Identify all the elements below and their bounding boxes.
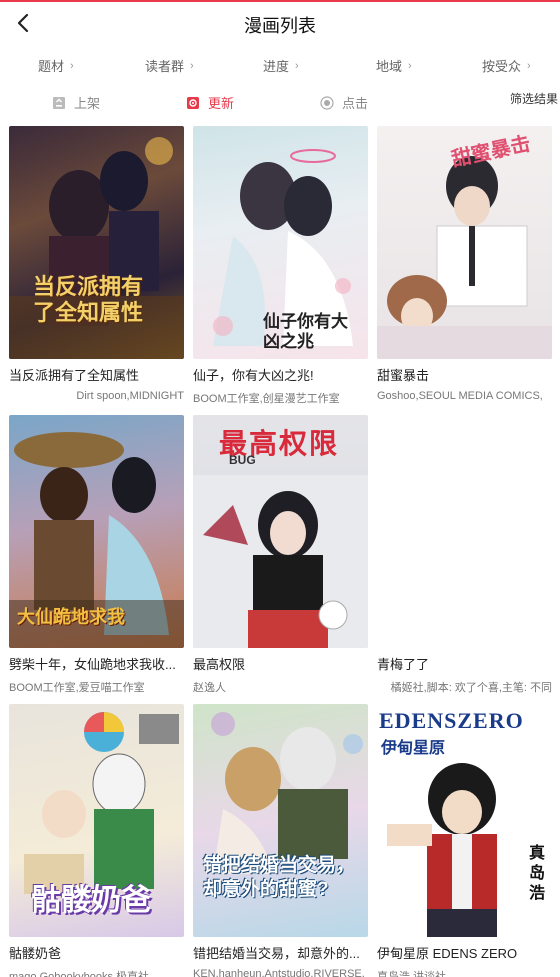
comic-authors: 真岛浩,讲谈社 (377, 971, 447, 977)
sort-updated[interactable]: 更新 (186, 93, 234, 112)
comic-authors: mago,Gobookybooks,极直社 (9, 971, 150, 977)
cover-side-text: 真岛浩 (529, 845, 546, 902)
comic-name: 骷髅奶爸 (9, 946, 62, 961)
cover-title: EDENSZERO (379, 708, 524, 733)
comic-cover: 大仙跪地求我 (9, 415, 184, 648)
filter-label: 地域 (376, 59, 403, 74)
chevron-right-icon: › (408, 59, 412, 72)
comic-card[interactable]: 当反派拥有了全知属性 当反派拥有了全知属性 Dirt spoon,MIDNIGH… (9, 126, 184, 402)
cover-subtitle: 伊甸星原 (381, 740, 446, 757)
comic-authors: Goshoo,SEOUL MEDIA COMICS, (377, 390, 543, 402)
comic-cover: EDENSZERO 伊甸星原 真岛浩 (377, 704, 552, 937)
comic-cover: 最高权限 BUG (193, 415, 368, 648)
comic-name: 青梅了了 (377, 657, 430, 672)
cover-title: 大仙跪地求我 (17, 607, 125, 627)
comic-name: 当反派拥有了全知属性 (9, 368, 140, 383)
comic-authors: BOOM工作室,创星漫艺工作室 (193, 393, 340, 405)
comic-cover: 甜蜜暴击 (377, 126, 552, 359)
header: 漫画列表 (0, 2, 560, 48)
upload-icon (53, 96, 65, 109)
comic-name: 伊甸星原 EDENS ZERO (377, 946, 518, 961)
chevron-right-icon: › (190, 59, 194, 72)
comic-authors: 赵逸人 (193, 682, 226, 694)
comic-authors: 橘姬社,脚本: 欢了个喜,主笔: 不同 (390, 682, 552, 694)
comic-cover: 错把结婚当交易，却意外的甜蜜? (193, 704, 368, 937)
filter-target[interactable]: 按受众 › (482, 56, 531, 75)
comic-card[interactable]: 错把结婚当交易，却意外的甜蜜? 错把结婚当交易，却意外的... KEN,hanh… (193, 704, 368, 977)
sort-label: 更新 (208, 96, 235, 111)
comic-card[interactable]: 大仙跪地求我 劈柴十年，女仙跪地求我收... BOOM工作室,爱豆喵工作室 (9, 415, 184, 695)
filter-audience[interactable]: 读者群 › (145, 56, 194, 75)
comic-cover: 仙子你有大凶之兆 (193, 126, 368, 359)
cover-title: 当反派拥有了全知属性 (33, 274, 144, 325)
comic-name: 甜蜜暴击 (377, 368, 430, 383)
comic-cover: 骷髅奶爸 (9, 704, 184, 937)
filter-theme[interactable]: 题材 › (38, 56, 74, 75)
chevron-right-icon: › (527, 59, 531, 72)
cover-title: 错把结婚当交易，却意外的甜蜜? (203, 855, 356, 900)
comic-authors: BOOM工作室,爱豆喵工作室 (9, 682, 145, 694)
filter-label: 进度 (263, 59, 290, 74)
sort-bar: 上架 更新 点击 筛选结果 (0, 88, 560, 116)
comic-cover-empty (377, 415, 552, 648)
filter-label: 按受众 (482, 59, 522, 74)
comic-card[interactable]: 最高权限 BUG 最高权限 赵逸人 (193, 415, 368, 695)
comic-name: 错把结婚当交易，却意外的... (193, 946, 360, 961)
cover-title: 仙子你有大凶之兆 (263, 312, 348, 351)
filter-label: 读者群 (145, 59, 185, 74)
sort-label: 上架 (74, 96, 101, 111)
filter-bar: 题材 › 读者群 › 进度 › 地域 › 按受众 › (0, 52, 560, 78)
chevron-right-icon: › (295, 59, 299, 72)
comic-name: 最高权限 (193, 657, 246, 672)
update-icon (187, 96, 199, 109)
page-title: 漫画列表 (244, 16, 316, 36)
cover-subtitle: BUG (229, 453, 256, 467)
comic-card[interactable]: 青梅了了 橘姬社,脚本: 欢了个喜,主笔: 不同 (377, 415, 552, 695)
filter-progress[interactable]: 进度 › (263, 56, 299, 75)
comic-name: 劈柴十年，女仙跪地求我收... (9, 657, 176, 672)
comic-authors: Dirt spoon,MIDNIGHT (76, 390, 184, 402)
sort-label: 点击 (342, 96, 369, 111)
comic-card[interactable]: 仙子你有大凶之兆 仙子，你有大凶之兆! BOOM工作室,创星漫艺工作室 (193, 126, 368, 406)
sort-shelved[interactable]: 上架 (52, 93, 100, 112)
radio-icon (320, 95, 334, 110)
comic-cover: 当反派拥有了全知属性 (9, 126, 184, 359)
comic-card[interactable]: 骷髅奶爸 骷髅奶爸 mago,Gobookybooks,极直社 (9, 704, 184, 977)
filter-label: 题材 (38, 59, 65, 74)
comic-name: 仙子，你有大凶之兆! (193, 368, 314, 383)
chevron-right-icon: › (70, 59, 74, 72)
sort-clicks[interactable]: 点击 (320, 93, 368, 112)
comic-authors: KEN,hanheun,Antstudio,RIVERSE, (193, 968, 365, 977)
comic-card[interactable]: EDENSZERO 伊甸星原 真岛浩 伊甸星原 EDENS ZERO 真岛浩,讲… (377, 704, 552, 977)
cover-art (211, 712, 363, 874)
cover-title: 骷髅奶爸 (31, 884, 151, 917)
comic-card[interactable]: 甜蜜暴击 甜蜜暴击 Goshoo,SEOUL MEDIA COMICS, (377, 126, 552, 402)
filter-region[interactable]: 地域 › (376, 56, 412, 75)
filter-result-button[interactable]: 筛选结果 (510, 90, 558, 107)
